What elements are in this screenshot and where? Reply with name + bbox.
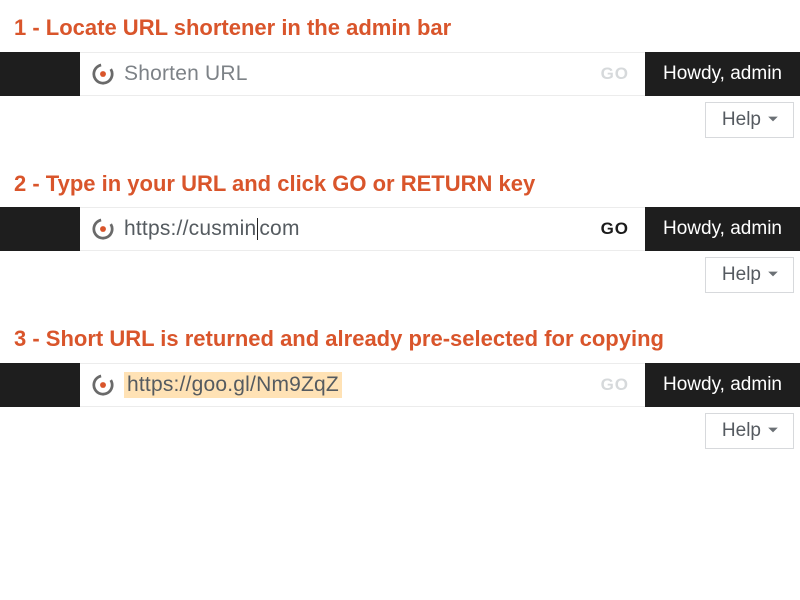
url-result-selected: https://goo.gl/Nm9ZqZ: [124, 372, 342, 398]
url-shortener-field[interactable]: Shorten URL GO: [80, 52, 645, 96]
step-1-block: 1 - Locate URL shortener in the admin ba…: [0, 0, 800, 138]
go-button[interactable]: GO: [595, 371, 635, 399]
chevron-down-icon: [767, 264, 779, 286]
step-3-block: 3 - Short URL is returned and already pr…: [0, 311, 800, 449]
cusmin-logo-icon: [92, 63, 114, 85]
help-dropdown[interactable]: Help: [705, 102, 794, 138]
howdy-greeting[interactable]: Howdy, admin: [645, 363, 800, 407]
help-dropdown[interactable]: Help: [705, 257, 794, 293]
help-dropdown[interactable]: Help: [705, 413, 794, 449]
admin-bar: Shorten URL GO Howdy, admin: [0, 52, 800, 96]
admin-bar-left-stub: [0, 52, 80, 96]
go-button[interactable]: GO: [595, 215, 635, 243]
step-3-caption: 3 - Short URL is returned and already pr…: [0, 311, 800, 363]
cusmin-logo-icon: [92, 374, 114, 396]
step-2-caption: 2 - Type in your URL and click GO or RET…: [0, 156, 800, 208]
url-typed-before: https://cusmin: [124, 217, 256, 241]
url-placeholder-text: Shorten URL: [124, 62, 248, 86]
help-row: Help: [0, 102, 800, 138]
cusmin-logo-icon: [92, 218, 114, 240]
help-row: Help: [0, 257, 800, 293]
go-button[interactable]: GO: [595, 60, 635, 88]
admin-bar: https://goo.gl/Nm9ZqZ GO Howdy, admin: [0, 363, 800, 407]
chevron-down-icon: [767, 109, 779, 131]
howdy-greeting[interactable]: Howdy, admin: [645, 207, 800, 251]
help-row: Help: [0, 413, 800, 449]
url-typed-after: com: [259, 217, 299, 241]
chevron-down-icon: [767, 420, 779, 442]
help-label: Help: [722, 109, 761, 131]
text-cursor-icon: [257, 218, 258, 240]
help-label: Help: [722, 420, 761, 442]
admin-bar-left-stub: [0, 207, 80, 251]
url-shortener-field[interactable]: https://cusmincom GO: [80, 207, 645, 251]
admin-bar: https://cusmincom GO Howdy, admin: [0, 207, 800, 251]
admin-bar-left-stub: [0, 363, 80, 407]
step-1-caption: 1 - Locate URL shortener in the admin ba…: [0, 0, 800, 52]
url-shortener-field[interactable]: https://goo.gl/Nm9ZqZ GO: [80, 363, 645, 407]
step-2-block: 2 - Type in your URL and click GO or RET…: [0, 156, 800, 294]
howdy-greeting[interactable]: Howdy, admin: [645, 52, 800, 96]
help-label: Help: [722, 264, 761, 286]
